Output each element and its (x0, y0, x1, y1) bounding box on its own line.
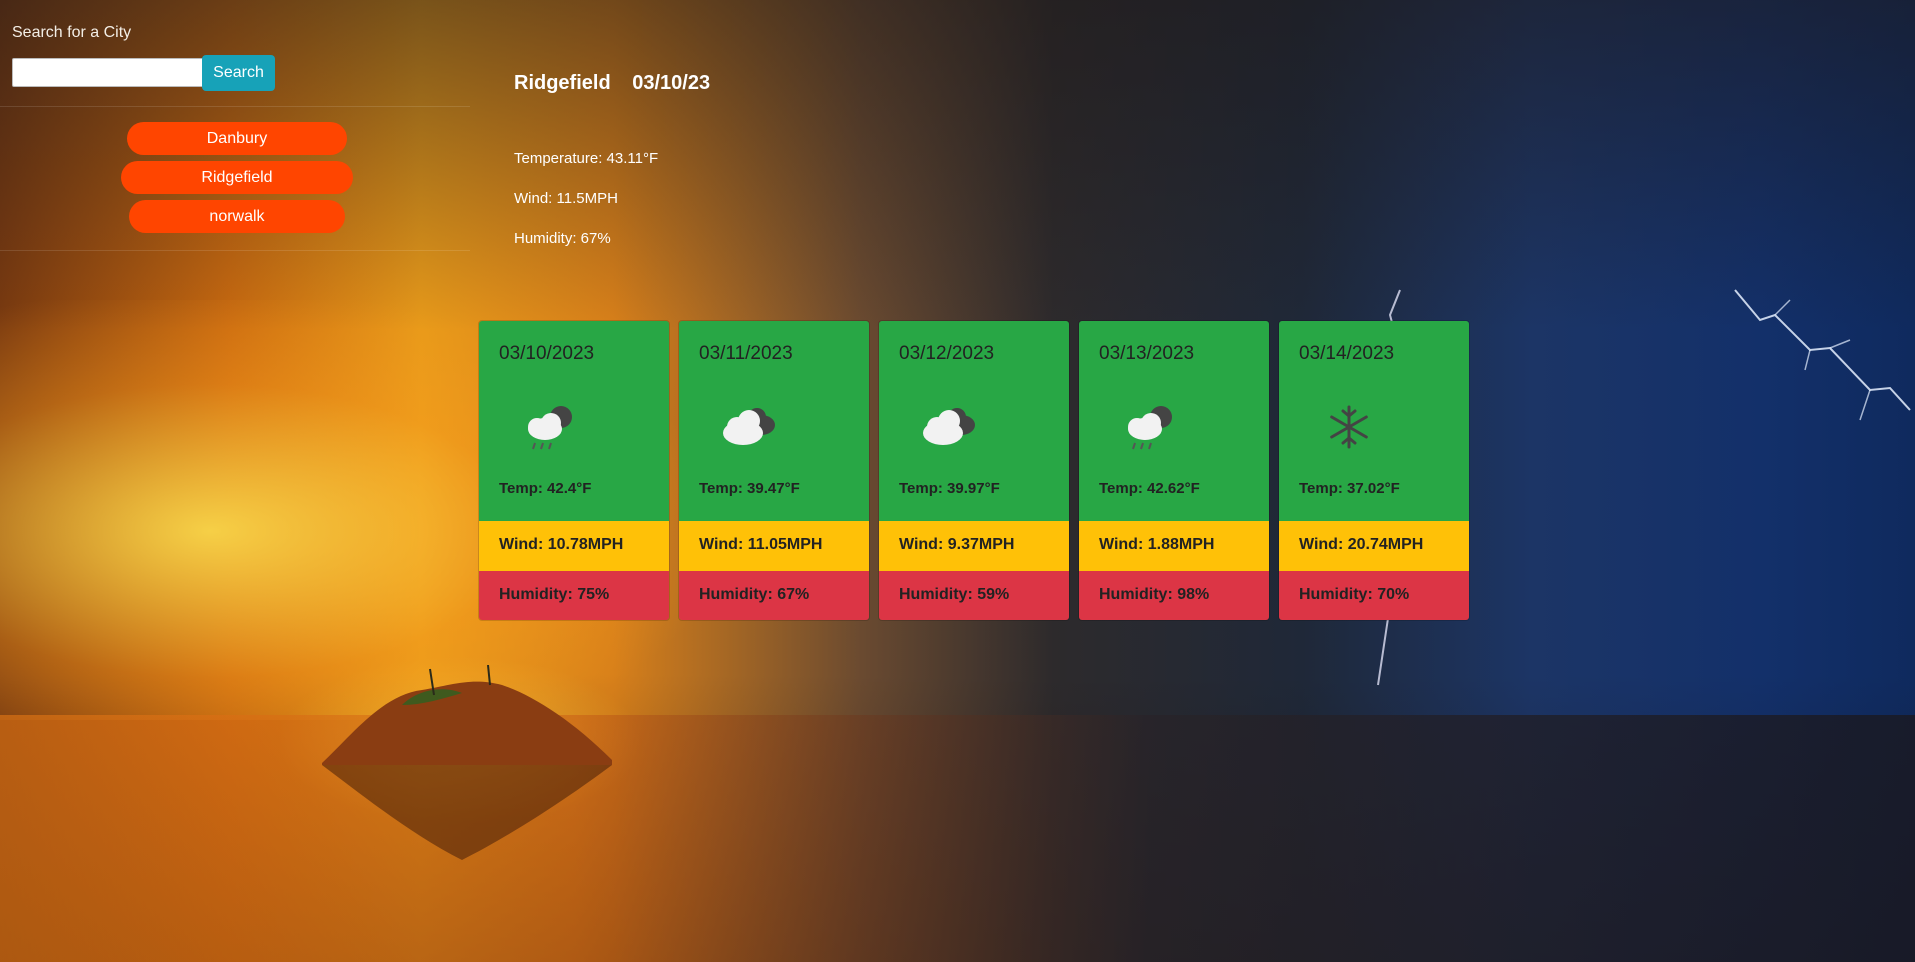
search-button[interactable]: Search (202, 55, 275, 91)
current-date: 03/10/23 (632, 72, 711, 94)
forecast-humidity: Humidity: 59% (899, 586, 1010, 603)
current-wind: Wind: 11.5MPH (514, 190, 618, 207)
city-search-input[interactable] (12, 58, 208, 87)
cloudy-icon (723, 408, 775, 445)
forecast-date: 03/11/2023 (699, 343, 793, 364)
divider (0, 250, 470, 251)
cloudy-icon (923, 408, 975, 445)
search-label: Search for a City (12, 24, 132, 41)
current-city: Ridgefield (514, 72, 611, 94)
current-humidity: Humidity: 67% (514, 230, 611, 247)
forecast-humidity-row: Humidity: 70% (1279, 571, 1469, 620)
forecast-humidity-row: Humidity: 59% (879, 571, 1069, 620)
forecast-temp: Temp: 39.47°F (699, 480, 800, 497)
forecast-wind: Wind: 10.78MPH (499, 536, 624, 553)
forecast-wind: Wind: 9.37MPH (899, 536, 1015, 553)
history-city-button-ridgefield[interactable]: Ridgefield (121, 161, 353, 194)
forecast-temp: Temp: 42.62°F (1099, 480, 1200, 497)
background-sea (0, 715, 1915, 962)
forecast-wind: Wind: 11.05MPH (699, 536, 823, 553)
forecast-humidity: Humidity: 67% (699, 586, 810, 603)
forecast-date: 03/13/2023 (1099, 343, 1195, 364)
current-weather-header: Ridgefield 03/10/23 (514, 72, 710, 95)
forecast-card: 03/14/2023 Temp: 37.02°F Wind: 20.74MPH … (1278, 320, 1470, 621)
forecast-humidity-row: Humidity: 75% (479, 571, 669, 620)
forecast-humidity: Humidity: 75% (499, 586, 610, 603)
forecast-wind-row: Wind: 9.37MPH (879, 521, 1069, 571)
forecast-card: 03/10/2023 Temp: 42.4°F Wind: 10.78MPH H… (478, 320, 670, 621)
forecast-card-top: 03/11/2023 Temp: 39.47°F (679, 321, 869, 521)
cloud-rain-icon (1128, 406, 1172, 450)
forecast-humidity: Humidity: 70% (1299, 586, 1410, 603)
forecast-date: 03/10/2023 (499, 343, 595, 364)
forecast-wind-row: Wind: 1.88MPH (1079, 521, 1269, 571)
snowflake-icon (1330, 405, 1368, 449)
forecast-wind-row: Wind: 10.78MPH (479, 521, 669, 571)
forecast-temp: Temp: 37.02°F (1299, 480, 1400, 497)
history-city-button-danbury[interactable]: Danbury (127, 122, 347, 155)
current-temperature: Temperature: 43.11°F (514, 150, 659, 167)
forecast-wind: Wind: 20.74MPH (1299, 536, 1424, 553)
forecast-card: 03/11/2023 Temp: 39.47°F Wind: 11.05MPH … (678, 320, 870, 621)
forecast-humidity-row: Humidity: 67% (679, 571, 869, 620)
forecast-wind-row: Wind: 20.74MPH (1279, 521, 1469, 571)
forecast-card: 03/12/2023 Temp: 39.97°F Wind: 9.37MPH H… (878, 320, 1070, 621)
forecast-humidity: Humidity: 98% (1099, 586, 1210, 603)
cloud-rain-icon (528, 406, 572, 450)
forecast-card: 03/13/2023 Temp: 42.62°F Wind: 1.88MPH H… (1078, 320, 1270, 621)
forecast-date: 03/14/2023 (1299, 343, 1395, 364)
forecast-wind-row: Wind: 11.05MPH (679, 521, 869, 571)
forecast-humidity-row: Humidity: 98% (1079, 571, 1269, 620)
forecast-temp: Temp: 39.97°F (899, 480, 1000, 497)
island-image (322, 665, 612, 860)
forecast-date: 03/12/2023 (899, 343, 995, 364)
divider (0, 106, 470, 107)
forecast-temp: Temp: 42.4°F (499, 480, 592, 497)
forecast-wind: Wind: 1.88MPH (1099, 536, 1215, 553)
forecast-card-top: 03/12/2023 Temp: 39.97°F (879, 321, 1069, 521)
forecast-card-top: 03/14/2023 Temp: 37.02°F (1279, 321, 1469, 521)
lightning-image (1734, 289, 1911, 421)
forecast-card-top: 03/10/2023 Temp: 42.4°F (479, 321, 669, 521)
forecast-card-top: 03/13/2023 Temp: 42.62°F (1079, 321, 1269, 521)
history-city-button-norwalk[interactable]: norwalk (129, 200, 345, 233)
